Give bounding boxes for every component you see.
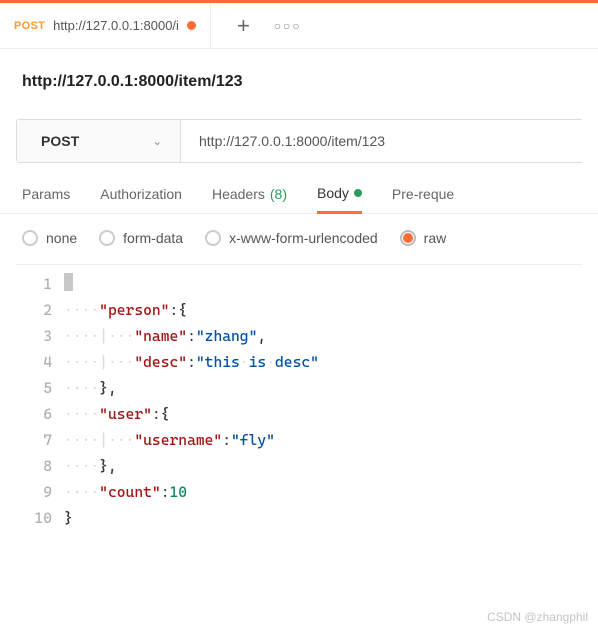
radio-icon: [99, 230, 115, 246]
line-number: 1: [24, 271, 52, 297]
code-line: ····"user":{: [64, 401, 582, 427]
code-line: ····},: [64, 453, 582, 479]
tab-actions: + ○○○: [211, 3, 302, 48]
request-title-row: http://127.0.0.1:8000/item/123: [0, 49, 598, 119]
code-line: ····"count":10: [64, 479, 582, 505]
line-number: 4: [24, 349, 52, 375]
tab-params[interactable]: Params: [22, 185, 70, 213]
line-gutter: 12345678910: [16, 265, 64, 537]
body-active-dot-icon: [354, 189, 362, 197]
line-number: 8: [24, 453, 52, 479]
tab-body-label: Body: [317, 185, 349, 201]
cursor-icon: [64, 273, 73, 291]
tab-headers-count: (8): [270, 186, 287, 202]
watermark: CSDN @zhangphil: [487, 610, 588, 624]
tab-bar: POST http://127.0.0.1:8000/i + ○○○: [0, 3, 598, 49]
radio-label: raw: [424, 230, 447, 246]
line-number: 7: [24, 427, 52, 453]
more-icon[interactable]: ○○○: [274, 19, 302, 33]
body-type-row: none form-data x-www-form-urlencoded raw: [0, 214, 598, 264]
body-editor[interactable]: 12345678910 { ····"person":{ ····|···"na…: [16, 264, 582, 537]
body-type-urlencoded[interactable]: x-www-form-urlencoded: [205, 230, 378, 246]
body-type-raw[interactable]: raw: [400, 230, 447, 246]
code-line: ····|···"username":"fly": [64, 427, 582, 453]
radio-label: form-data: [123, 230, 183, 246]
request-line: POST ⌄ http://127.0.0.1:8000/item/123: [16, 119, 582, 163]
radio-label: none: [46, 230, 77, 246]
tab-headers[interactable]: Headers (8): [212, 185, 287, 213]
method-select[interactable]: POST ⌄: [17, 120, 181, 162]
body-type-form-data[interactable]: form-data: [99, 230, 183, 246]
code-line: ····|···"name":"zhang",: [64, 323, 582, 349]
tab-prerequest[interactable]: Pre-reque: [392, 185, 454, 213]
tab-headers-label: Headers: [212, 186, 265, 202]
radio-icon: [22, 230, 38, 246]
request-tab[interactable]: POST http://127.0.0.1:8000/i: [0, 3, 211, 48]
line-number: 2: [24, 297, 52, 323]
line-number: 6: [24, 401, 52, 427]
unsaved-dot-icon: [187, 21, 196, 30]
method-text: POST: [41, 133, 79, 149]
radio-icon: [400, 230, 416, 246]
code-line: }: [64, 505, 582, 531]
code-line: ····|···"desc":"this·is·desc": [64, 349, 582, 375]
tab-method-badge: POST: [14, 20, 45, 32]
code-line: ····},: [64, 375, 582, 401]
request-title[interactable]: http://127.0.0.1:8000/item/123: [22, 73, 243, 91]
line-number: 10: [24, 505, 52, 531]
line-number: 5: [24, 375, 52, 401]
line-number: 3: [24, 323, 52, 349]
code-line: {: [64, 271, 582, 297]
code-area[interactable]: { ····"person":{ ····|···"name":"zhang",…: [64, 265, 582, 537]
url-input[interactable]: http://127.0.0.1:8000/item/123: [181, 120, 582, 162]
chevron-down-icon: ⌄: [153, 135, 162, 148]
tab-url-label: http://127.0.0.1:8000/i: [53, 18, 179, 33]
plus-icon[interactable]: +: [237, 13, 250, 39]
code-line: ····"person":{: [64, 297, 582, 323]
tab-authorization[interactable]: Authorization: [100, 185, 182, 213]
line-number: 9: [24, 479, 52, 505]
body-type-none[interactable]: none: [22, 230, 77, 246]
request-tabs: Params Authorization Headers (8) Body Pr…: [0, 163, 598, 214]
tab-body[interactable]: Body: [317, 185, 362, 214]
radio-inner-icon: [403, 233, 413, 243]
radio-label: x-www-form-urlencoded: [229, 230, 378, 246]
radio-icon: [205, 230, 221, 246]
